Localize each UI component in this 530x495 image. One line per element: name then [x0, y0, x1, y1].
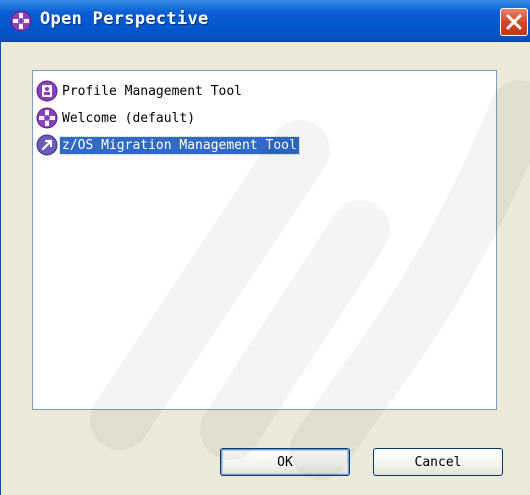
- list-item-label: z/OS Migration Management Tool: [59, 135, 300, 155]
- ok-button[interactable]: OK: [220, 448, 350, 476]
- list-item-profile-management-tool[interactable]: Profile Management Tool: [36, 79, 496, 103]
- list-item-label: Profile Management Tool: [62, 83, 243, 99]
- migration-tool-icon: [36, 134, 58, 156]
- profile-tool-icon: [36, 80, 58, 102]
- list-item-welcome[interactable]: Welcome (default): [36, 106, 496, 130]
- dialog-title: Open Perspective: [40, 9, 209, 29]
- perspective-list[interactable]: Profile Management Tool Welcome (default…: [32, 70, 497, 410]
- perspective-icon: [10, 10, 32, 32]
- perspective-icon: [36, 107, 58, 129]
- list-item-zos-migration-management-tool[interactable]: z/OS Migration Management Tool: [36, 133, 496, 157]
- close-button[interactable]: [500, 8, 528, 36]
- title-bar[interactable]: Open Perspective: [0, 0, 530, 42]
- close-icon: [506, 14, 522, 30]
- cancel-button[interactable]: Cancel: [373, 448, 503, 476]
- list-item-label: Welcome (default): [62, 110, 196, 126]
